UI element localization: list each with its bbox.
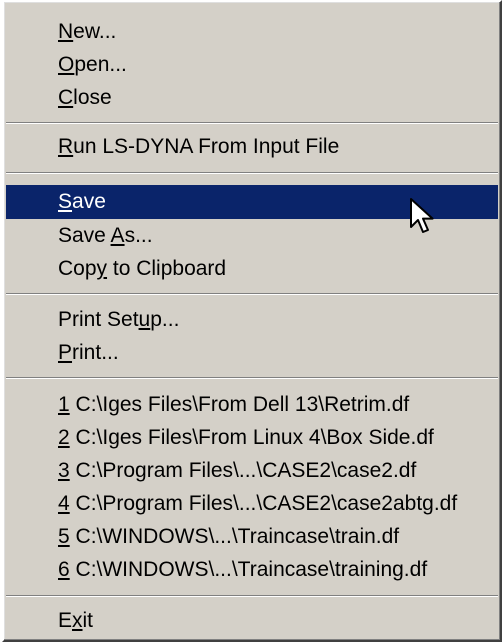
menu-item-accelerator: C — [58, 86, 74, 109]
menu-item-accelerator: 6 — [58, 558, 70, 581]
file-menu: New... Open... Close Run LS-DYNA From In… — [2, 0, 502, 642]
menu-separator — [6, 595, 498, 597]
menu-item-accelerator: 2 — [58, 426, 70, 449]
menu-item-label: p... — [150, 308, 180, 331]
menu-item-accelerator: N — [58, 20, 74, 43]
menu-item-label: ew... — [73, 20, 117, 43]
menu-item-label: Cop — [58, 257, 97, 280]
menu-item-accelerator: u — [138, 308, 151, 331]
menu-item-label: C:\Program Files\...\CASE2\case2.df — [69, 459, 417, 482]
menu-item-label: E — [58, 609, 73, 632]
menu-item-label: lose — [73, 86, 112, 109]
menu-item-recent-file-1[interactable]: 1 C:\Iges Files\From Dell 13\Retrim.df — [6, 388, 498, 422]
menu-item-label: rint... — [72, 341, 119, 364]
menu-item-recent-file-6[interactable]: 6 C:\WINDOWS\...\Traincase\training.df — [6, 553, 498, 587]
menu-item-label: Save — [58, 224, 111, 247]
menu-item-accelerator: y — [96, 257, 108, 280]
menu-item-accelerator: R — [58, 135, 74, 158]
menu-item-label: ave — [72, 190, 106, 213]
menu-item-accelerator: 4 — [58, 492, 70, 515]
menu-item-recent-file-4[interactable]: 4 C:\Program Files\...\CASE2\case2abtg.d… — [6, 487, 498, 521]
menu-item-accelerator: S — [58, 190, 73, 213]
menu-item-label: un LS-DYNA From Input File — [73, 135, 340, 158]
menu-item-label: C:\WINDOWS\...\Traincase\training.df — [69, 558, 428, 581]
menu-item-label: C:\WINDOWS\...\Traincase\train.df — [69, 525, 400, 548]
menu-item-accelerator: A — [110, 224, 125, 247]
menu-item-label: C:\Program Files\...\CASE2\case2abtg.df — [69, 492, 458, 515]
menu-item-accelerator: P — [58, 341, 73, 364]
menu-item-copy-to-clipboard[interactable]: Copy to Clipboard — [6, 252, 498, 286]
menu-item-print-setup[interactable]: Print Setup... — [6, 303, 498, 337]
menu-item-new[interactable]: New... — [6, 15, 498, 49]
menu-item-accelerator: 1 — [58, 393, 70, 416]
menu-item-label: s... — [124, 224, 153, 247]
menu-item-open[interactable]: Open... — [6, 48, 498, 82]
menu-separator — [6, 293, 498, 295]
menu-item-recent-file-2[interactable]: 2 C:\Iges Files\From Linux 4\Box Side.df — [6, 421, 498, 455]
menu-item-close[interactable]: Close — [6, 81, 498, 115]
menu-item-accelerator: 3 — [58, 459, 70, 482]
menu-item-label: to Clipboard — [107, 257, 227, 280]
menu-item-accelerator: O — [58, 53, 75, 76]
menu-item-accelerator: x — [72, 609, 83, 632]
menu-separator — [6, 377, 498, 379]
menu-item-label: C:\Iges Files\From Linux 4\Box Side.df — [69, 426, 434, 449]
menu-item-label: Print Set — [58, 308, 139, 331]
menu-item-label: pen... — [74, 53, 127, 76]
menu-item-label: it — [82, 609, 94, 632]
menu-separator — [6, 172, 498, 174]
menu-item-recent-file-3[interactable]: 3 C:\Program Files\...\CASE2\case2.df — [6, 454, 498, 488]
menu-item-exit[interactable]: Exit — [6, 604, 498, 638]
menu-item-recent-file-5[interactable]: 5 C:\WINDOWS\...\Traincase\train.df — [6, 520, 498, 554]
menu-item-label: C:\Iges Files\From Dell 13\Retrim.df — [69, 393, 410, 416]
menu-item-accelerator: 5 — [58, 525, 70, 548]
menu-separator — [6, 122, 498, 124]
menu-item-print[interactable]: Print... — [6, 336, 498, 370]
menu-item-run-ls-dyna[interactable]: Run LS-DYNA From Input File — [6, 130, 498, 164]
arrow-pointer-icon — [410, 198, 434, 233]
